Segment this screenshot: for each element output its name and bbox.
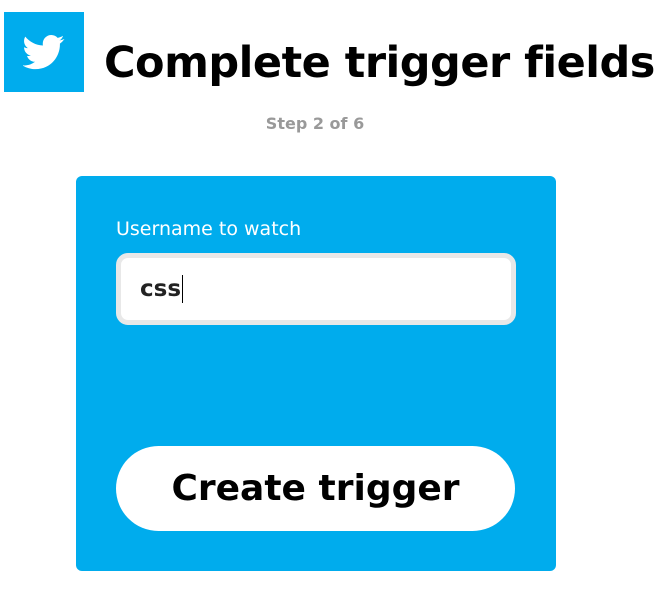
- step-indicator: Step 2 of 6: [265, 114, 365, 133]
- create-trigger-button[interactable]: Create trigger: [116, 446, 515, 531]
- username-input[interactable]: css: [116, 253, 516, 325]
- username-input-value[interactable]: css: [140, 276, 181, 302]
- twitter-logo-tile: [4, 12, 84, 92]
- username-field-label: Username to watch: [116, 218, 302, 240]
- page-title: Complete trigger fields: [104, 38, 655, 88]
- text-cursor: [182, 275, 184, 303]
- twitter-bird-icon: [23, 35, 65, 70]
- trigger-fields-card: Username to watch css Create trigger: [76, 176, 556, 571]
